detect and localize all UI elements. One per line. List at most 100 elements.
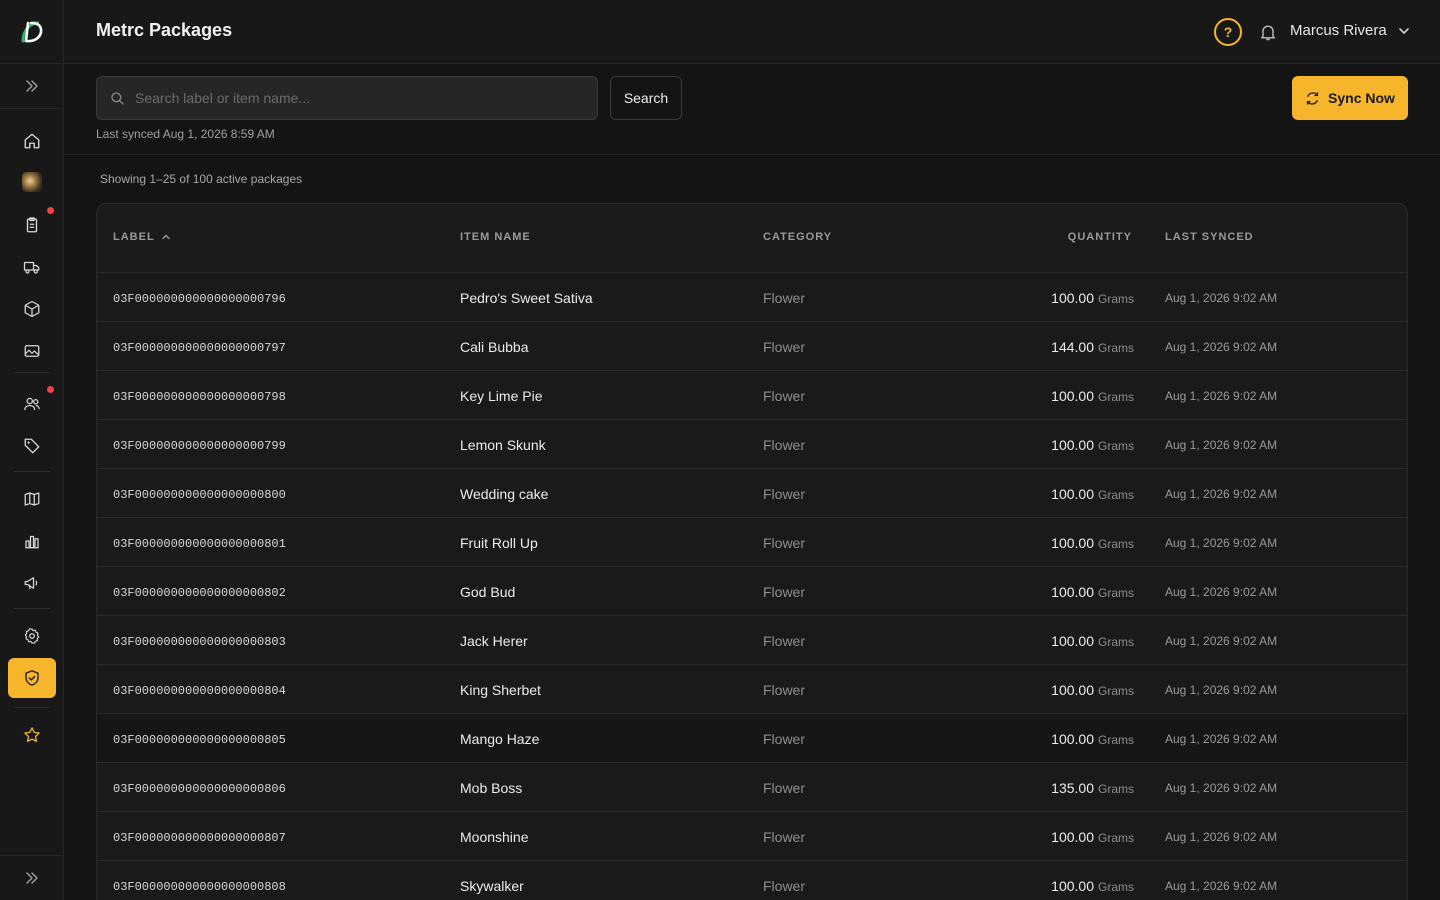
table-row[interactable]: 03F000000000000000000796 Pedro's Sweet Sa… <box>97 273 1407 322</box>
table-row[interactable]: 03F000000000000000000800 Wedding cake Flow… <box>97 469 1407 518</box>
nav-divider <box>14 608 50 609</box>
quantity-unit: Grams <box>1098 782 1134 796</box>
nav-analytics[interactable] <box>8 521 56 561</box>
quantity-value: 100.00 <box>1051 290 1094 306</box>
cell-quantity: 100.00 Grams <box>977 388 1134 404</box>
sync-now-label: Sync Now <box>1328 90 1395 106</box>
star-icon <box>24 727 40 743</box>
nav-delivery[interactable] <box>8 247 56 287</box>
quantity-unit: Grams <box>1098 586 1134 600</box>
table-row[interactable]: 03F000000000000000000799 Lemon Skunk Flowe… <box>97 420 1407 469</box>
table-row[interactable]: 03F000000000000000000806 Mob Boss Flower 13… <box>97 763 1407 812</box>
logo-icon <box>21 21 43 42</box>
chevrons-right-icon <box>26 872 38 884</box>
shield-check-icon <box>25 670 39 686</box>
cell-package-label: 03F000000000000000000802 <box>113 586 286 600</box>
user-menu[interactable]: Marcus Rivera <box>1290 22 1411 39</box>
cell-category: Flower <box>763 829 806 845</box>
quantity-value: 100.00 <box>1051 731 1094 747</box>
cell-item-name: Skywalker <box>460 878 524 894</box>
cell-package-label: 03F000000000000000000807 <box>113 831 286 845</box>
nav-inventory[interactable] <box>8 289 56 329</box>
table-row[interactable]: 03F000000000000000000808 Skywalker Flower 1… <box>97 861 1407 900</box>
cell-item-name: Pedro's Sweet Sativa <box>460 290 593 306</box>
package-icon <box>24 300 40 318</box>
sort-ascending-icon <box>161 234 170 240</box>
nav-divider <box>14 372 50 373</box>
quantity-value: 100.00 <box>1051 878 1094 894</box>
nav-map[interactable] <box>8 479 56 519</box>
cell-category: Flower <box>763 682 806 698</box>
quantity-unit: Grams <box>1098 488 1134 502</box>
table-row[interactable]: 03F000000000000000000803 Jack Herer Flower… <box>97 616 1407 665</box>
search-box[interactable] <box>96 76 598 120</box>
search-input[interactable] <box>135 90 575 106</box>
page-title: Metrc Packages <box>96 20 233 40</box>
cell-category: Flower <box>763 437 806 453</box>
nav-settings[interactable] <box>8 616 56 656</box>
nav-home[interactable] <box>8 121 56 161</box>
table-row[interactable]: 03F000000000000000000804 King Sherbet Flow… <box>97 665 1407 714</box>
column-header-quantity[interactable]: QUANTITY <box>997 231 1132 243</box>
sidebar-expand-button[interactable] <box>0 64 64 109</box>
help-button[interactable]: ? <box>1214 18 1242 46</box>
cell-category: Flower <box>763 388 806 404</box>
cell-item-name: God Bud <box>460 584 516 600</box>
cell-package-label: 03F000000000000000000796 <box>113 292 286 306</box>
settings-icon <box>24 628 40 644</box>
cell-last-synced: Aug 1, 2026 9:02 AM <box>1165 585 1278 599</box>
chevron-down-icon <box>1398 27 1409 34</box>
table-row[interactable]: 03F000000000000000000807 Moonshine Flower 1… <box>97 812 1407 861</box>
product-thumbnail <box>22 172 42 192</box>
quantity-value: 100.00 <box>1051 829 1094 845</box>
cell-last-synced: Aug 1, 2026 9:02 AM <box>1165 536 1278 550</box>
cell-item-name: Moonshine <box>460 829 529 845</box>
bell-icon <box>1261 25 1275 41</box>
search-icon <box>111 92 124 105</box>
home-icon <box>24 133 40 149</box>
quantity-unit: Grams <box>1098 341 1134 355</box>
cell-item-name: King Sherbet <box>460 682 541 698</box>
sync-now-button[interactable]: Sync Now <box>1292 76 1408 120</box>
cell-quantity: 100.00 Grams <box>977 290 1134 306</box>
table-row[interactable]: 03F000000000000000000805 Mango Haze Flower… <box>97 714 1407 763</box>
column-header-item-name[interactable]: ITEM NAME <box>460 231 531 243</box>
cell-last-synced: Aug 1, 2026 9:02 AM <box>1165 683 1278 697</box>
nav-media[interactable] <box>8 331 56 371</box>
table-row[interactable]: 03F000000000000000000798 Key Lime Pie Flow… <box>97 371 1407 420</box>
cell-item-name: Mob Boss <box>460 780 523 796</box>
cell-last-synced: Aug 1, 2026 9:02 AM <box>1165 781 1278 795</box>
search-button[interactable]: Search <box>610 76 682 120</box>
nav-marketing[interactable] <box>8 563 56 603</box>
nav-discounts[interactable] <box>8 426 56 466</box>
table-row[interactable]: 03F000000000000000000802 God Bud Flower 100… <box>97 567 1407 616</box>
quantity-value: 100.00 <box>1051 535 1094 551</box>
sidebar-expand-bottom-button[interactable] <box>0 855 64 900</box>
table-row[interactable]: 03F000000000000000000797 Cali Bubba Flower… <box>97 322 1407 371</box>
map-icon <box>24 492 40 506</box>
quantity-unit: Grams <box>1098 831 1134 845</box>
nav-product[interactable] <box>8 162 56 202</box>
cell-item-name: Fruit Roll Up <box>460 535 538 551</box>
app-logo[interactable] <box>0 0 64 64</box>
nav-divider <box>14 471 50 472</box>
quantity-unit: Grams <box>1098 733 1134 747</box>
nav-compliance[interactable] <box>8 658 56 698</box>
clipboard-icon <box>26 217 38 233</box>
sidebar <box>0 0 64 900</box>
results-summary: Showing 1–25 of 100 active packages <box>100 172 303 186</box>
notifications-button[interactable] <box>1256 20 1280 44</box>
cell-category: Flower <box>763 633 806 649</box>
nav-favorites[interactable] <box>8 715 56 755</box>
cell-category: Flower <box>763 584 806 600</box>
table-row[interactable]: 03F000000000000000000801 Fruit Roll Up Flo… <box>97 518 1407 567</box>
cell-package-label: 03F000000000000000000800 <box>113 488 286 502</box>
column-header-label[interactable]: LABEL <box>113 231 171 243</box>
cell-item-name: Mango Haze <box>460 731 540 747</box>
quantity-value: 100.00 <box>1051 682 1094 698</box>
cell-package-label: 03F000000000000000000803 <box>113 635 286 649</box>
nav-divider <box>14 707 50 708</box>
column-header-category[interactable]: CATEGORY <box>763 231 832 243</box>
column-header-last-synced[interactable]: LAST SYNCED <box>1165 231 1254 243</box>
cell-package-label: 03F000000000000000000806 <box>113 782 286 796</box>
